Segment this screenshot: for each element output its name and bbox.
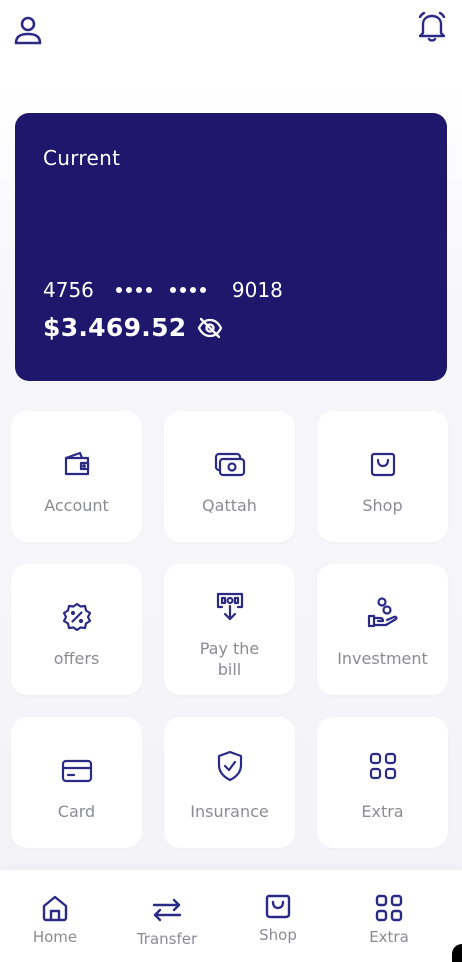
user-icon[interactable]: [10, 12, 46, 48]
app-screen: Current 4756 9018 $3.469.52 Account Qatt…: [0, 0, 462, 962]
service-label: Investment: [337, 649, 428, 668]
service-extra[interactable]: Extra: [317, 717, 448, 848]
nav-label: Transfer: [136, 930, 198, 948]
credit-card-icon: [60, 753, 94, 787]
service-label: offers: [53, 649, 100, 668]
nav-label: Extra: [369, 928, 409, 946]
balance-row: $3.469.52: [43, 313, 224, 342]
shopping-bag-icon: [262, 890, 294, 922]
card-type-label: Current: [43, 146, 121, 170]
service-label: Shop: [362, 496, 403, 515]
card-number-first: 4756: [43, 278, 94, 302]
service-card[interactable]: Card: [11, 717, 142, 848]
service-label: Account: [44, 496, 109, 515]
service-offers[interactable]: offers: [11, 564, 142, 695]
screen-corner: [452, 944, 462, 962]
service-label: Extra: [361, 802, 404, 821]
bottom-nav: Home Transfer Shop Extra: [0, 870, 462, 962]
card-number: 4756 9018: [43, 278, 283, 302]
service-pay-the-bill[interactable]: Pay the bill: [164, 564, 295, 695]
wallet-icon: [60, 447, 94, 481]
service-label: Insurance: [190, 802, 269, 821]
bill-icon: [213, 590, 247, 624]
card-balance: $3.469.52: [43, 313, 187, 342]
grid-icon: [373, 892, 405, 924]
investment-icon: [366, 596, 400, 630]
service-investment[interactable]: Investment: [317, 564, 448, 695]
card-number-mask: [115, 287, 224, 293]
bell-icon[interactable]: [414, 8, 450, 44]
service-qattah[interactable]: Qattah: [164, 411, 295, 542]
discount-badge-icon: [60, 600, 94, 634]
nav-item-extra[interactable]: Extra: [344, 892, 434, 956]
service-label: Qattah: [202, 496, 257, 515]
nav-item-transfer[interactable]: Transfer: [122, 894, 212, 958]
service-account[interactable]: Account: [11, 411, 142, 542]
service-label: Card: [57, 802, 96, 821]
nav-item-shop[interactable]: Shop: [233, 890, 323, 954]
card-number-last: 9018: [231, 278, 283, 302]
shield-check-icon: [213, 749, 247, 783]
eye-off-icon[interactable]: [196, 314, 224, 342]
service-shop[interactable]: Shop: [317, 411, 448, 542]
nav-label: Shop: [259, 926, 297, 944]
grid-icon: [366, 749, 400, 783]
account-card[interactable]: Current 4756 9018 $3.469.52: [15, 113, 447, 381]
nav-label: Home: [32, 928, 78, 946]
home-icon: [39, 892, 71, 924]
shopping-bag-icon: [366, 447, 400, 481]
service-label: Pay the bill: [199, 639, 260, 679]
service-insurance[interactable]: Insurance: [164, 717, 295, 848]
nav-item-home[interactable]: Home: [10, 892, 100, 956]
cash-icon: [213, 447, 247, 481]
transfer-icon: [151, 894, 183, 926]
top-bar: [0, 0, 462, 70]
